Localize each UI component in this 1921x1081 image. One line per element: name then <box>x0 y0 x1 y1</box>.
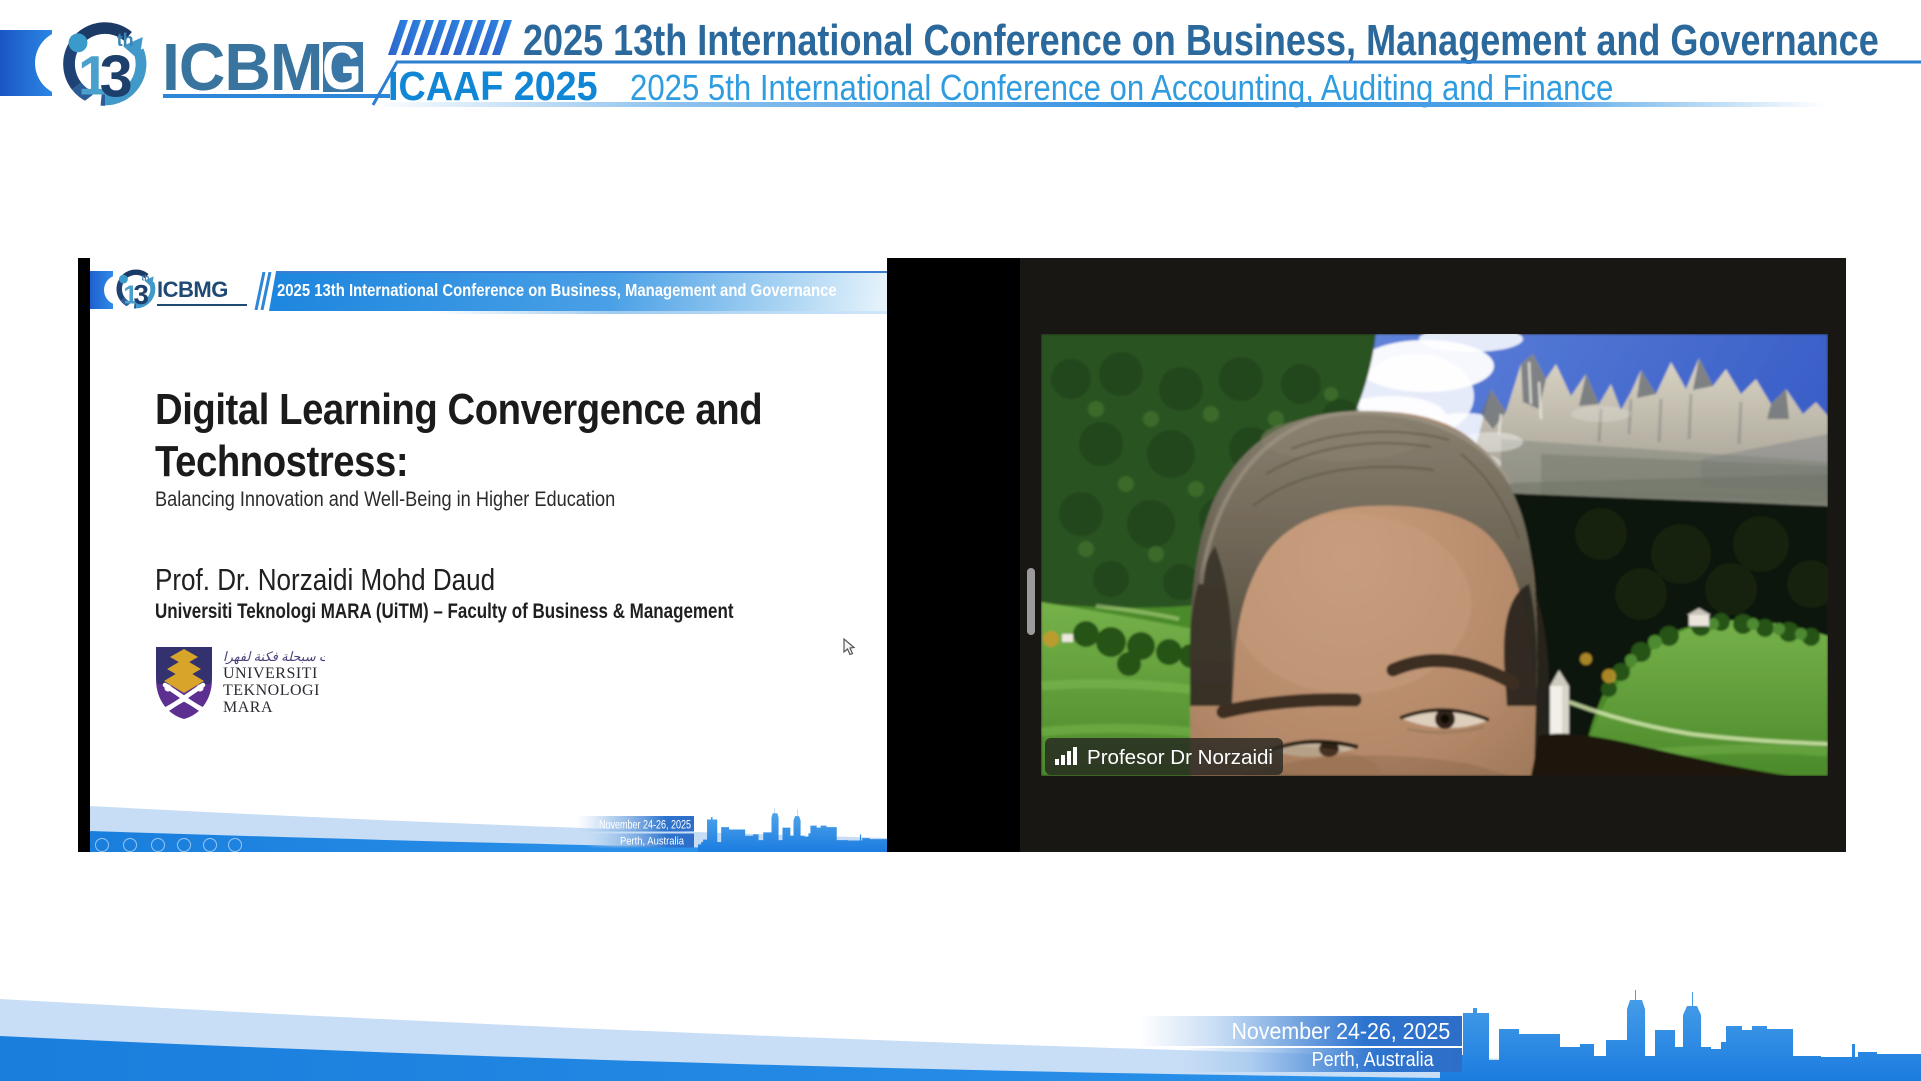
svg-text:TEKNOLOGI: TEKNOLOGI <box>223 682 320 699</box>
svg-text:Profesor Dr Norzaidi: Profesor Dr Norzaidi <box>1087 747 1273 769</box>
svg-text:لاينفث سبحلة فكنة لفهرا: لاينفث سبحلة فكنة لفهرا <box>223 649 325 665</box>
svg-text:UNIVERSITI: UNIVERSITI <box>223 665 318 682</box>
svg-text:MARA: MARA <box>223 699 273 716</box>
svg-text:November 24-26, 2025: November 24-26, 2025 <box>599 820 691 832</box>
svg-text:Perth, Australia: Perth, Australia <box>620 836 685 848</box>
